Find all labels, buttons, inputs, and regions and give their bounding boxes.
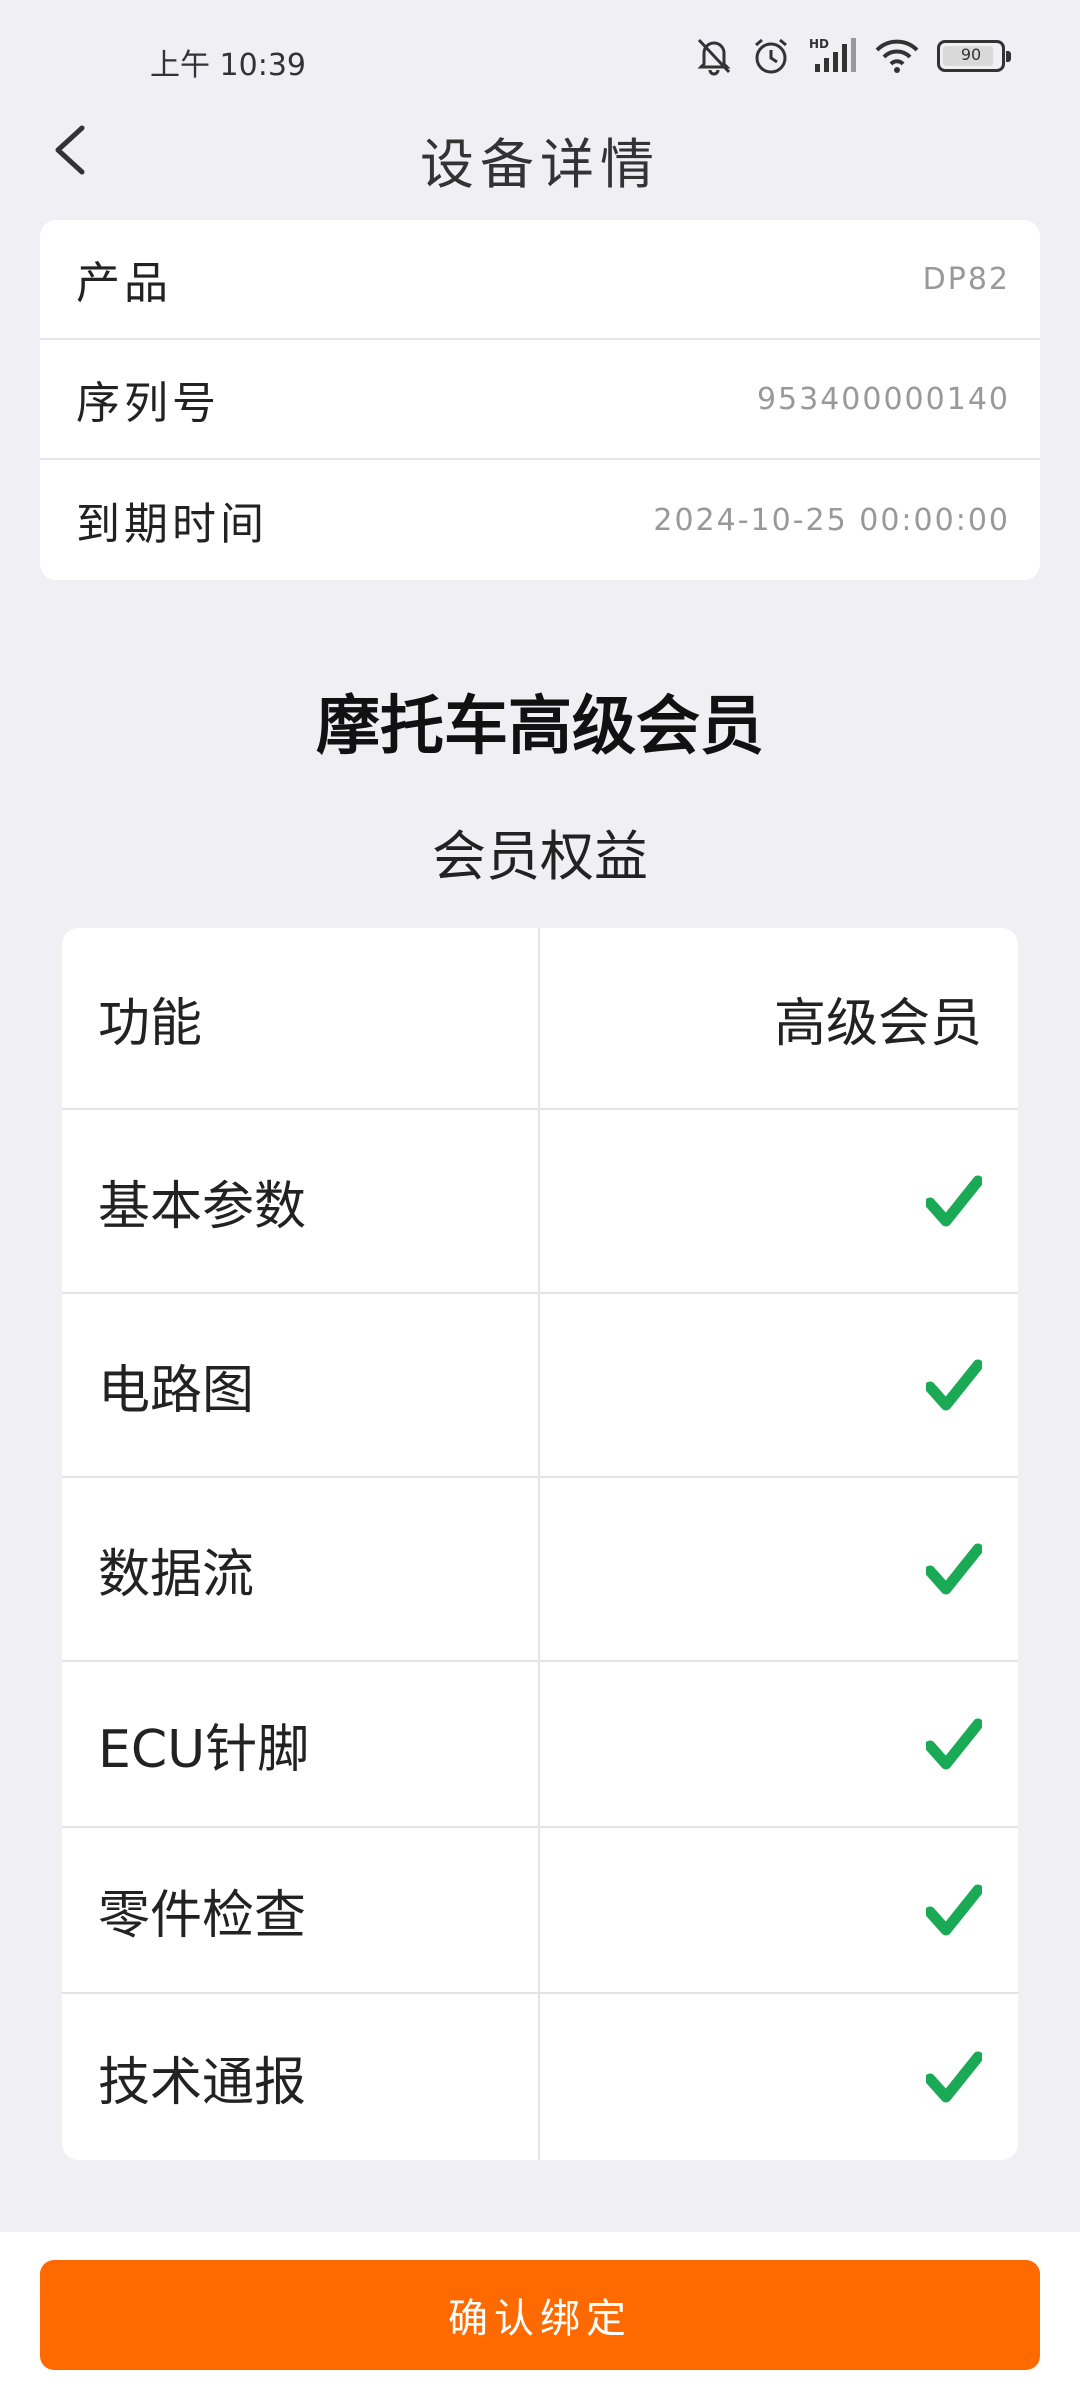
table-row: 技术通报 (62, 1994, 1018, 2160)
check-icon (926, 1543, 982, 1595)
device-info-card: 产品 DP82 序列号 953400000140 到期时间 2024-10-25… (40, 220, 1040, 580)
device-detail-screen: 上午 10:39 HD 90 设备详情 产品 DP82 序列号 95340000… (0, 0, 1080, 2400)
table-header-feature: 功能 (62, 928, 540, 1108)
header: 设备详情 (0, 100, 1080, 200)
signal-hd-icon: HD (809, 36, 857, 76)
table-row: 电路图 (62, 1294, 1018, 1478)
feature-status (540, 1828, 1018, 1992)
feature-status (540, 1994, 1018, 2160)
svg-text:HD: HD (809, 37, 829, 51)
info-value: DP82 (922, 261, 1010, 297)
mute-bell-icon (695, 36, 733, 76)
info-value: 953400000140 (756, 381, 1010, 417)
table-row: 零件检查 (62, 1828, 1018, 1994)
table-row: 数据流 (62, 1478, 1018, 1662)
check-icon (926, 1175, 982, 1227)
info-row-serial: 序列号 953400000140 (40, 340, 1040, 460)
feature-name: 数据流 (62, 1478, 540, 1660)
alarm-icon (751, 36, 791, 76)
info-label: 到期时间 (76, 499, 268, 550)
check-icon (926, 2051, 982, 2103)
bottom-bar: 确认绑定 (0, 2232, 1080, 2400)
info-row-product: 产品 DP82 (40, 220, 1040, 340)
feature-name: 电路图 (62, 1294, 540, 1476)
battery-text: 90 (960, 45, 982, 64)
status-time: 上午 10:39 (150, 48, 306, 83)
check-icon (926, 1718, 982, 1770)
battery-icon: 90 (937, 40, 1011, 72)
feature-name: 技术通报 (62, 1994, 540, 2160)
check-icon (926, 1884, 982, 1936)
feature-status (540, 1662, 1018, 1826)
status-icons: HD 90 (695, 36, 1011, 76)
table-header-tier: 高级会员 (773, 993, 982, 1054)
table-header-row: 功能 高级会员 (62, 928, 1018, 1110)
info-label: 产品 (76, 258, 172, 309)
feature-name: 零件检查 (62, 1828, 540, 1992)
table-row: ECU针脚 (62, 1662, 1018, 1828)
info-value: 2024-10-25 00:00:00 (653, 502, 1010, 538)
feature-status (540, 1478, 1018, 1660)
status-bar: 上午 10:39 HD 90 (0, 0, 1080, 110)
check-icon (926, 1359, 982, 1411)
info-row-expiry: 到期时间 2024-10-25 00:00:00 (40, 460, 1040, 580)
benefits-table: 功能 高级会员 基本参数 电路图 数据流 ECU针脚 零件检查 技术通报 (62, 928, 1018, 2160)
membership-title: 摩托车高级会员 (316, 690, 764, 764)
page-title: 设备详情 (420, 133, 660, 196)
benefits-title: 会员权益 (432, 825, 648, 888)
feature-status (540, 1294, 1018, 1476)
table-row: 基本参数 (62, 1110, 1018, 1294)
feature-name: 基本参数 (62, 1110, 540, 1292)
feature-name: ECU针脚 (62, 1662, 540, 1826)
wifi-icon (875, 38, 919, 74)
confirm-bind-button[interactable]: 确认绑定 (40, 2260, 1040, 2370)
info-label: 序列号 (76, 378, 220, 429)
feature-status (540, 1110, 1018, 1292)
